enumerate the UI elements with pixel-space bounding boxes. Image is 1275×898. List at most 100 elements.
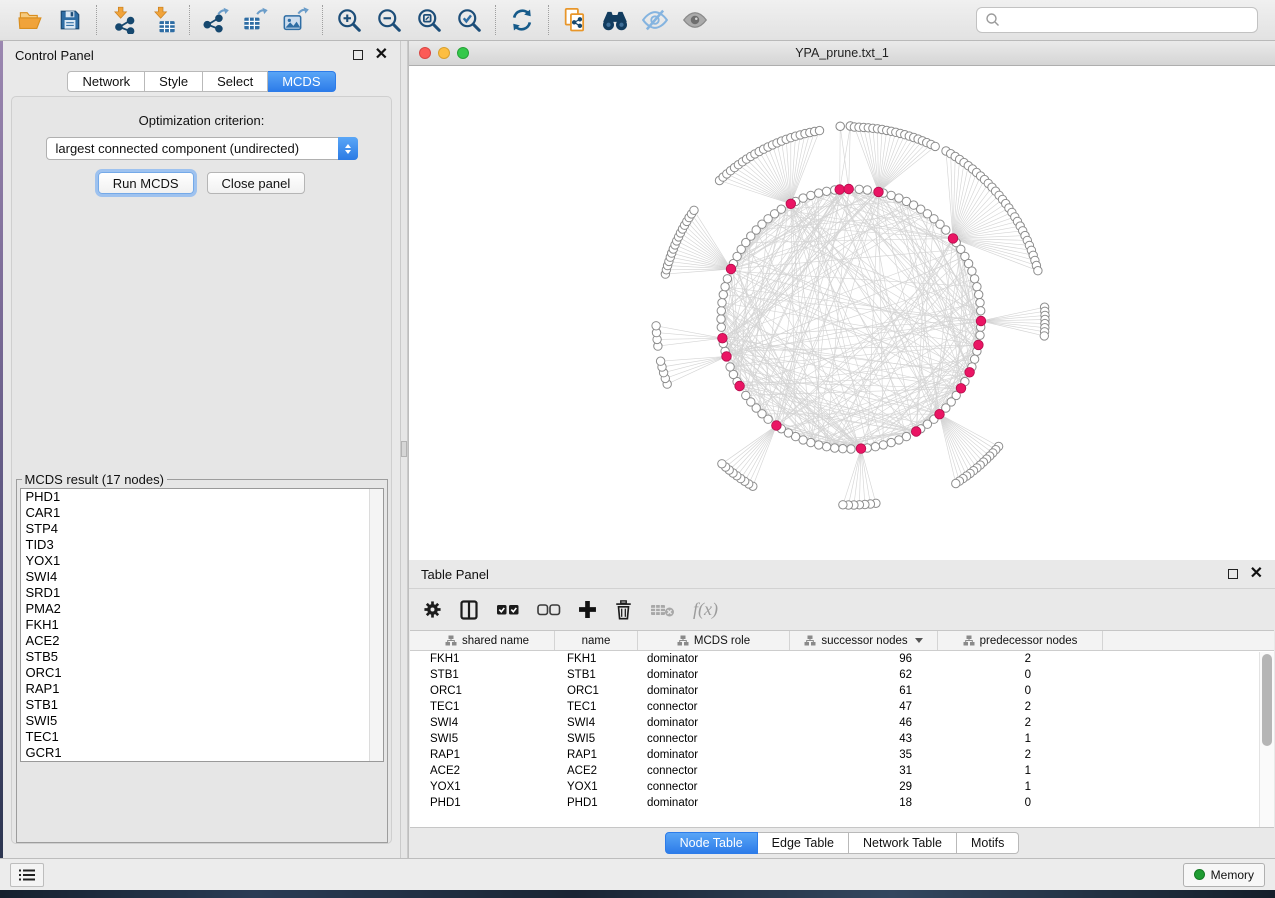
search-input[interactable]: [1001, 13, 1249, 28]
zoom-selected-icon[interactable]: [449, 3, 489, 37]
close-panel-icon[interactable]: ✕: [375, 50, 388, 60]
mcds-result-item[interactable]: SRD1: [21, 585, 383, 601]
network-canvas[interactable]: [409, 66, 1275, 560]
table-row[interactable]: SWI4SWI4dominator462: [410, 715, 1274, 731]
column-header-name[interactable]: name: [555, 631, 638, 650]
table-row[interactable]: FKH1FKH1dominator962: [410, 651, 1274, 667]
mcds-result-item[interactable]: CAR1: [21, 505, 383, 521]
mcds-result-item[interactable]: TID3: [21, 537, 383, 553]
table-row[interactable]: RAP1RAP1dominator352: [410, 747, 1274, 763]
export-image-icon[interactable]: [276, 3, 316, 37]
table-row[interactable]: ACE2ACE2connector311: [410, 763, 1274, 779]
table-row[interactable]: PHD1PHD1dominator180: [410, 795, 1274, 811]
tab-mcds[interactable]: MCDS: [268, 71, 335, 92]
close-table-panel-icon[interactable]: ✕: [1250, 569, 1263, 579]
table-row[interactable]: ORC1ORC1dominator610: [410, 683, 1274, 699]
float-table-panel-icon[interactable]: [1228, 569, 1238, 579]
desktop-wallpaper-bottom: [0, 890, 1275, 898]
splitter-handle[interactable]: [401, 441, 407, 457]
memory-button[interactable]: Memory: [1183, 863, 1265, 887]
mcds-result-item[interactable]: GCR1: [21, 745, 383, 761]
mcds-result-item[interactable]: SWI5: [21, 713, 383, 729]
tab-network-table[interactable]: Network Table: [849, 832, 957, 854]
task-history-button[interactable]: [10, 863, 44, 887]
copy-network-icon[interactable]: [555, 3, 595, 37]
deselect-all-icon[interactable]: [537, 602, 561, 618]
tab-edge-table[interactable]: Edge Table: [758, 832, 849, 854]
import-table-icon[interactable]: [143, 3, 183, 37]
column-header-shared-name[interactable]: shared name: [420, 631, 555, 650]
zoom-out-icon[interactable]: [369, 3, 409, 37]
table-toolbar: f(x): [409, 588, 1275, 630]
float-panel-icon[interactable]: [353, 50, 363, 60]
export-network-icon[interactable]: [196, 3, 236, 37]
toolbar-separator: [495, 5, 496, 35]
column-header-successor-nodes[interactable]: successor nodes: [790, 631, 938, 650]
control-panel: Control Panel ✕ NetworkStyleSelectMCDS O…: [3, 41, 400, 858]
mcds-result-item[interactable]: PMA2: [21, 601, 383, 617]
mcds-result-item[interactable]: RAP1: [21, 681, 383, 697]
mcds-tab-content: Optimization criterion: largest connecte…: [11, 96, 392, 844]
toolbar-separator: [322, 5, 323, 35]
hide-selection-icon[interactable]: [635, 3, 675, 37]
table-row[interactable]: SWI5SWI5connector431: [410, 731, 1274, 747]
function-builder-icon[interactable]: f(x): [693, 599, 718, 620]
delete-column-icon[interactable]: [614, 600, 633, 620]
search-icon: [985, 12, 1001, 28]
mcds-result-item[interactable]: TEC1: [21, 729, 383, 745]
mcds-result-item[interactable]: ACE2: [21, 633, 383, 649]
save-icon[interactable]: [50, 3, 90, 37]
memory-label: Memory: [1211, 868, 1254, 882]
network-titlebar[interactable]: YPA_prune.txt_1: [409, 41, 1275, 66]
gear-icon[interactable]: [423, 600, 442, 619]
tab-motifs[interactable]: Motifs: [957, 832, 1019, 854]
tab-select[interactable]: Select: [203, 71, 268, 92]
mcds-result-item[interactable]: STB1: [21, 697, 383, 713]
mcds-result-item[interactable]: SWI4: [21, 569, 383, 585]
mcds-result-item[interactable]: YOX1: [21, 553, 383, 569]
scrollbar-thumb[interactable]: [1262, 654, 1272, 746]
mcds-result-item[interactable]: ORC1: [21, 665, 383, 681]
binoculars-icon[interactable]: [595, 3, 635, 37]
list-icon: [18, 868, 36, 882]
criterion-value: largest connected component (undirected): [47, 141, 338, 156]
search-field[interactable]: [976, 7, 1258, 33]
refresh-layout-icon[interactable]: [502, 3, 542, 37]
columns-icon[interactable]: [459, 600, 479, 620]
close-panel-button[interactable]: Close panel: [207, 172, 306, 194]
criterion-dropdown[interactable]: largest connected component (undirected): [46, 137, 358, 160]
mcds-result-item[interactable]: FKH1: [21, 617, 383, 633]
tab-network[interactable]: Network: [67, 71, 145, 92]
select-all-icon[interactable]: [496, 602, 520, 618]
import-network-icon[interactable]: [103, 3, 143, 37]
table-row[interactable]: STB1STB1dominator620: [410, 667, 1274, 683]
node-table: shared namenameMCDS rolesuccessor nodesp…: [410, 630, 1274, 828]
optimization-criterion-label: Optimization criterion:: [139, 113, 265, 128]
zoom-fit-icon[interactable]: [409, 3, 449, 37]
delete-table-icon[interactable]: [650, 602, 676, 618]
column-header-MCDS-role[interactable]: MCDS role: [638, 631, 790, 650]
add-column-icon[interactable]: [578, 600, 597, 619]
table-row[interactable]: TEC1TEC1connector472: [410, 699, 1274, 715]
table-panel: Table Panel ✕: [408, 560, 1275, 858]
network-graph[interactable]: [409, 66, 1275, 560]
open-folder-icon[interactable]: [10, 3, 50, 37]
mcds-result-item[interactable]: STP4: [21, 521, 383, 537]
tab-node-table[interactable]: Node Table: [665, 832, 758, 854]
zoom-in-icon[interactable]: [329, 3, 369, 37]
table-row[interactable]: YOX1YOX1connector291: [410, 779, 1274, 795]
table-scrollbar[interactable]: [1259, 652, 1274, 827]
table-header-row: shared namenameMCDS rolesuccessor nodesp…: [410, 631, 1274, 651]
run-mcds-button[interactable]: Run MCDS: [98, 172, 194, 194]
export-table-icon[interactable]: [236, 3, 276, 37]
memory-status-icon: [1194, 869, 1205, 880]
toolbar-separator: [548, 5, 549, 35]
mcds-result-item[interactable]: PHD1: [21, 489, 383, 505]
tab-style[interactable]: Style: [145, 71, 203, 92]
show-all-icon[interactable]: [675, 3, 715, 37]
column-header-predecessor-nodes[interactable]: predecessor nodes: [938, 631, 1103, 650]
panel-splitter[interactable]: [400, 41, 408, 858]
mcds-result-item[interactable]: STB5: [21, 649, 383, 665]
result-scrollbar[interactable]: [369, 489, 383, 761]
mcds-result-list[interactable]: PHD1CAR1STP4TID3YOX1SWI4SRD1PMA2FKH1ACE2…: [20, 488, 384, 762]
